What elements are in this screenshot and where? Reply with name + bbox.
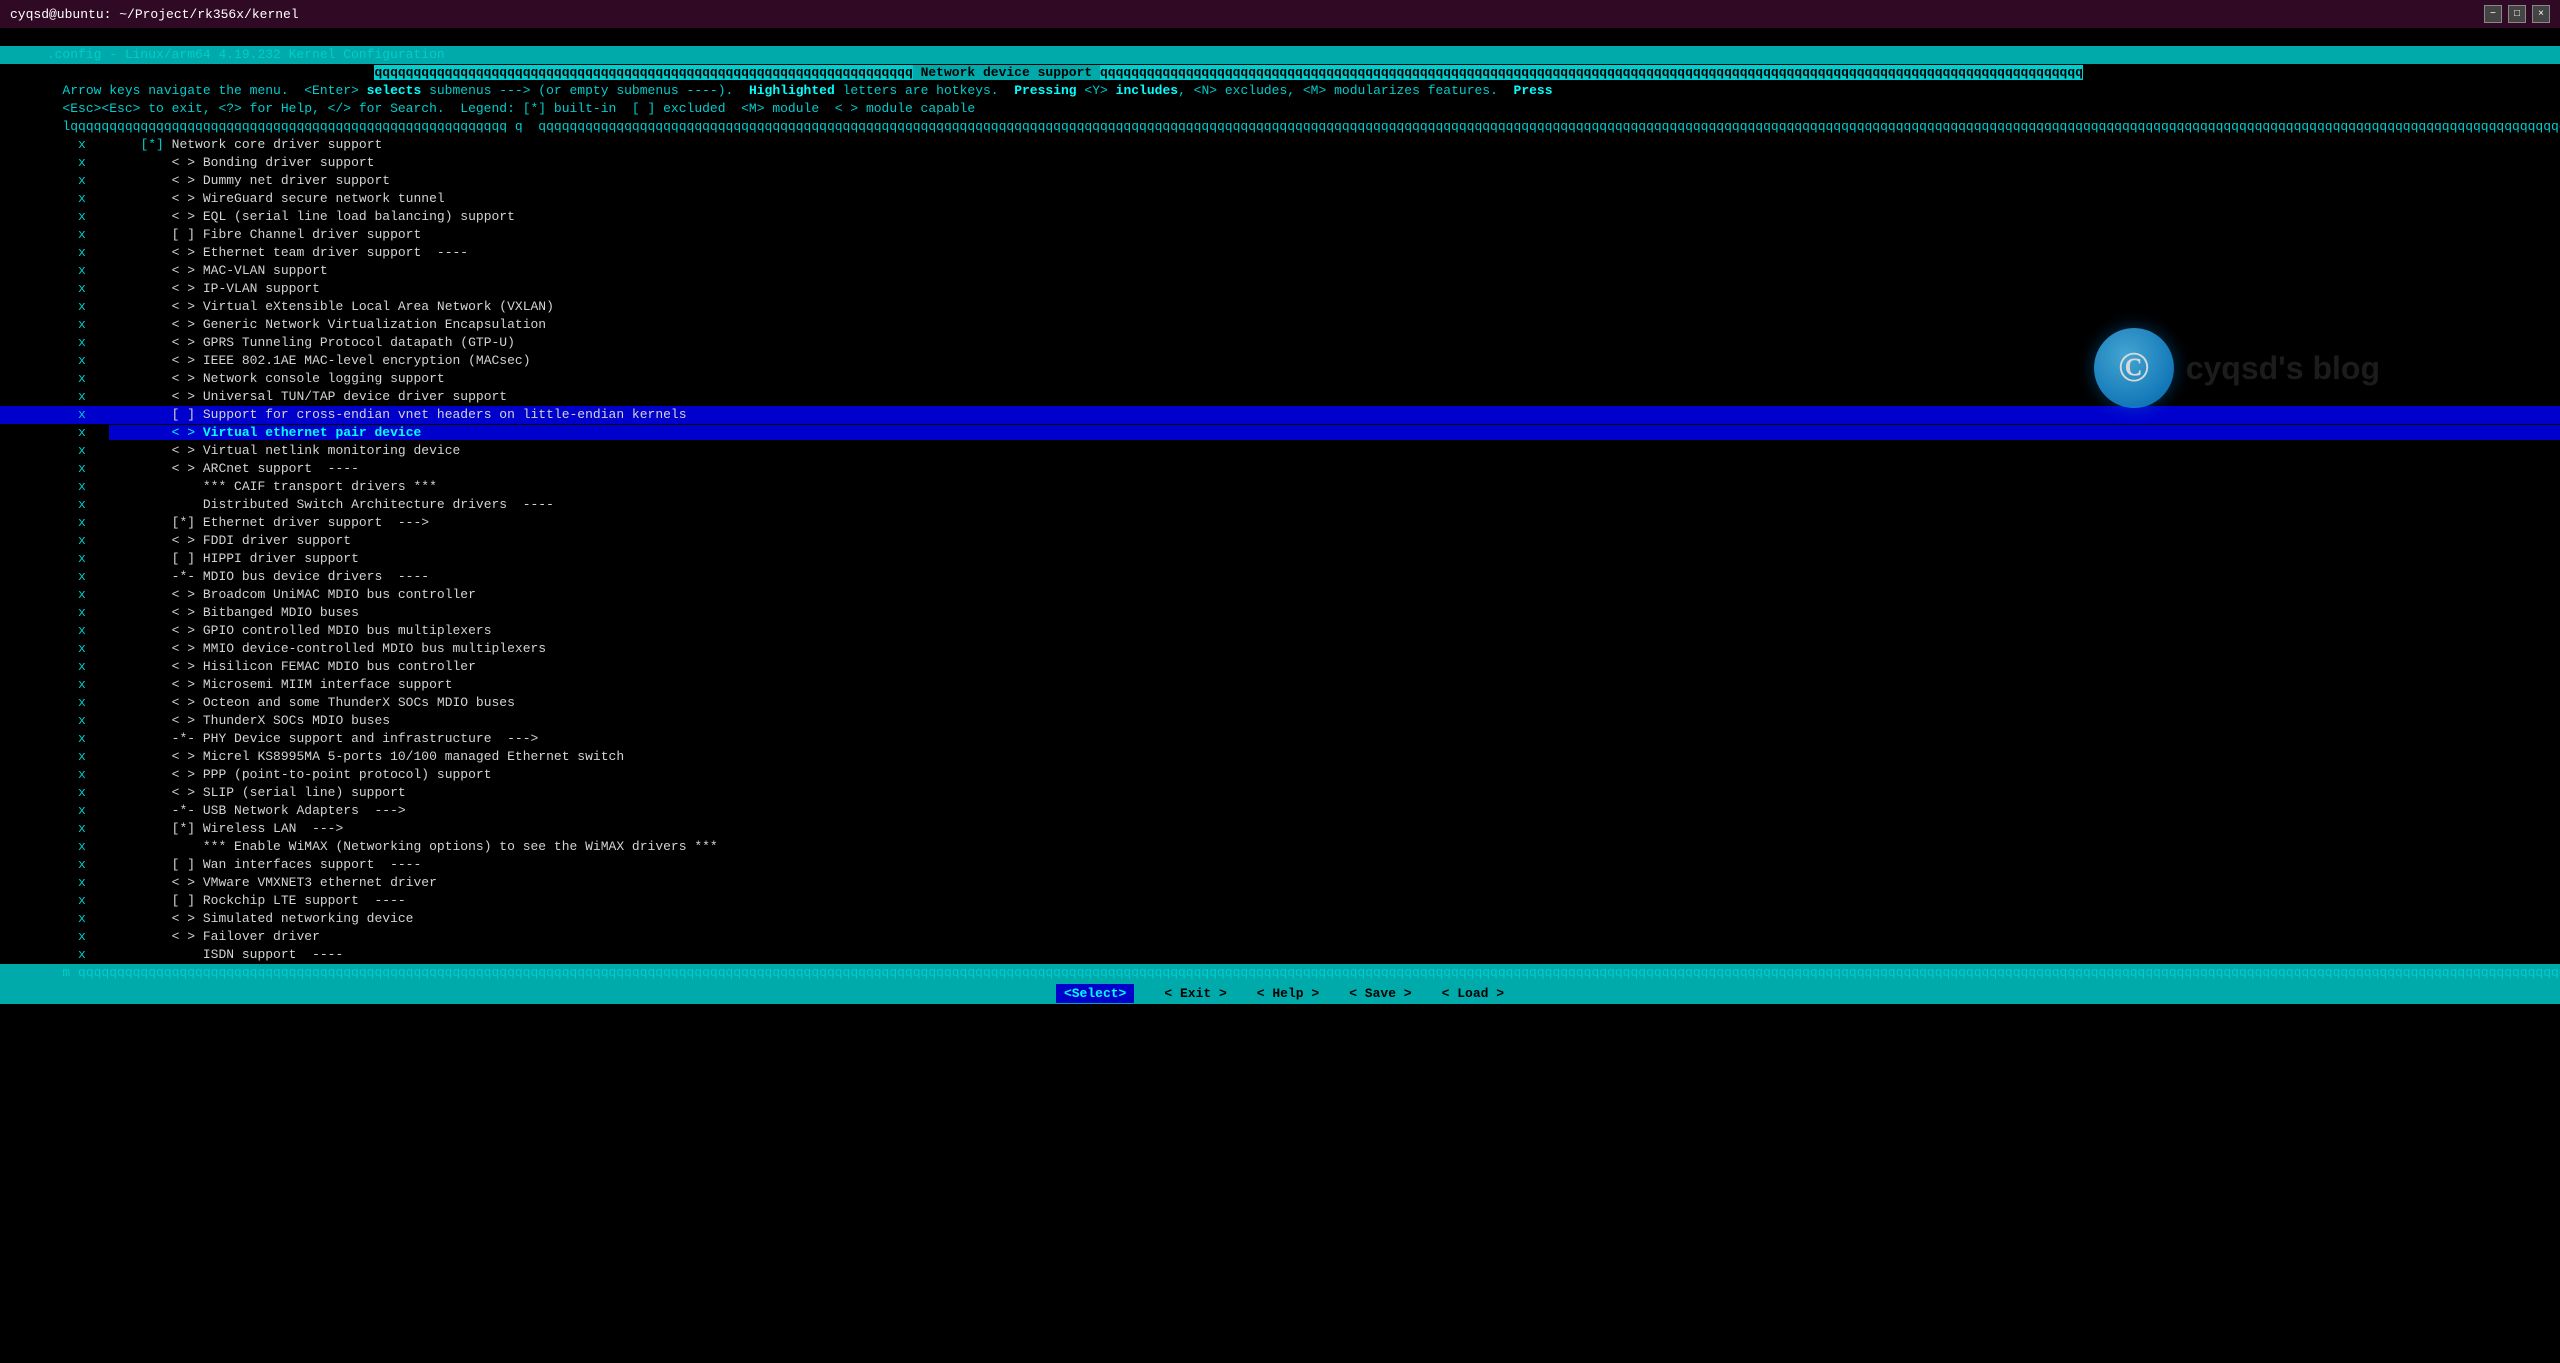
maximize-button[interactable]: □ (2508, 5, 2526, 23)
minimize-button[interactable]: − (2484, 5, 2502, 23)
config-header-line: .config - Linux/arm64 4.19.232 Kernel Co… (0, 28, 2560, 46)
terminal: .config - Linux/arm64 4.19.232 Kernel Co… (0, 28, 2560, 1363)
close-button[interactable]: × (2532, 5, 2550, 23)
exit-button-label[interactable]: < < Exit >Exit > (1164, 986, 1226, 1001)
select-button[interactable]: <Select> (1056, 984, 1134, 1003)
main-window: cyqsd@ubuntu: ~/Project/rk356x/kernel − … (0, 0, 2560, 1363)
save-button-label[interactable]: < Save > (1349, 986, 1411, 1001)
window-title: cyqsd@ubuntu: ~/Project/rk356x/kernel (10, 7, 299, 22)
help-button-label[interactable]: < Help > (1257, 986, 1319, 1001)
title-bar: cyqsd@ubuntu: ~/Project/rk356x/kernel − … (0, 0, 2560, 28)
menu-lines: x [*] Network core driver support (0, 118, 2560, 946)
window-controls: − □ × (2484, 5, 2550, 23)
load-button-label[interactable]: < Load > (1442, 986, 1504, 1001)
menu-row-0[interactable]: x [*] Network core driver support (0, 118, 2560, 136)
